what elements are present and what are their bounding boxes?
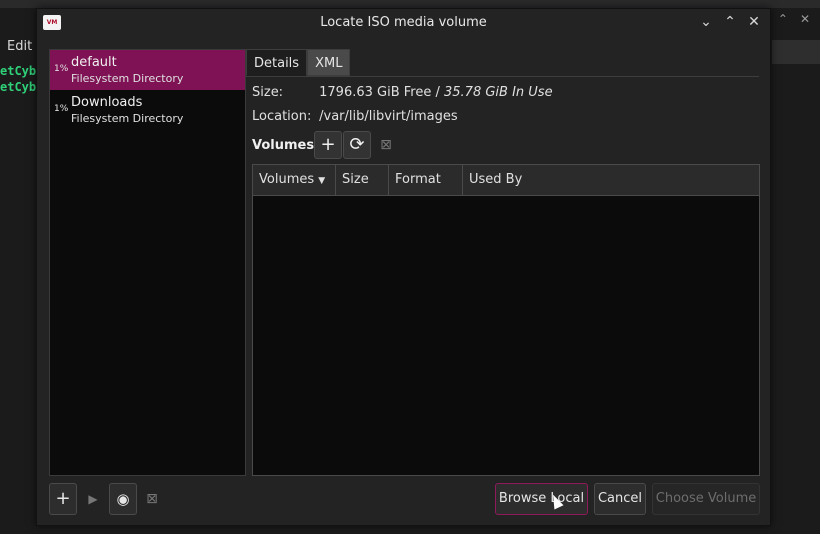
cancel-button[interactable]: Cancel	[594, 483, 646, 515]
pool-name: default	[71, 55, 117, 70]
background-panel	[772, 40, 820, 64]
background-app-titlebar	[0, 0, 820, 8]
dialog-titlebar: VM Locate ISO media volume ⌄ ⌃ ✕	[37, 9, 770, 37]
pool-type: Filesystem Directory	[71, 112, 184, 125]
add-icon: +	[55, 488, 71, 509]
refresh-icon: ⟳	[349, 134, 365, 155]
dialog-title: Locate ISO media volume	[320, 15, 487, 30]
delete-icon: ⊠	[380, 137, 392, 153]
choose-volume-button[interactable]: Choose Volume	[652, 483, 760, 515]
column-header-volumes[interactable]: Volumes ▼	[253, 165, 336, 195]
pool-usage-percent: 1%	[54, 64, 69, 74]
size-label: Size:	[252, 85, 284, 100]
refresh-volumes-button[interactable]: ⟳	[343, 131, 371, 159]
location-label: Location:	[252, 109, 312, 124]
menu-edit[interactable]: Edit	[7, 39, 32, 54]
close-icon[interactable]: ✕	[744, 12, 764, 32]
add-icon: +	[320, 134, 336, 155]
pool-item-downloads[interactable]: 1% Downloads Filesystem Directory	[50, 90, 245, 130]
tab-divider	[246, 76, 759, 77]
size-free-value: 1796.63 GiB Free /	[319, 85, 444, 100]
size-row: Size: 1796.63 GiB Free / 35.78 GiB In Us…	[252, 85, 553, 100]
close-icon[interactable]: ✕	[800, 12, 810, 26]
add-volume-button[interactable]: +	[314, 131, 342, 159]
play-icon: ▶	[88, 492, 98, 506]
column-header-size[interactable]: Size	[336, 165, 389, 195]
delete-icon: ⊠	[146, 491, 158, 507]
stop-pool-button[interactable]: ◉	[109, 483, 137, 515]
volumes-table: Volumes ▼ Size Format Used By	[252, 164, 760, 476]
background-code-line: etCyb	[0, 80, 37, 94]
background-code-line: etCyb	[0, 64, 37, 78]
pool-usage-percent: 1%	[54, 104, 69, 114]
pool-type: Filesystem Directory	[71, 72, 184, 85]
location-value: /var/lib/libvirt/images	[319, 109, 458, 124]
column-header-format[interactable]: Format	[389, 165, 463, 195]
volumes-label: Volumes	[252, 138, 315, 153]
chevron-up-icon[interactable]: ⌃	[778, 12, 788, 26]
storage-pool-list: 1% default Filesystem Directory 1% Downl…	[49, 49, 246, 476]
maximize-icon[interactable]: ⌃	[720, 12, 740, 32]
locate-iso-dialog: VM Locate ISO media volume ⌄ ⌃ ✕ 1% defa…	[36, 8, 771, 526]
window-controls: ⌄ ⌃ ✕	[696, 12, 764, 32]
tab-xml[interactable]: XML	[307, 49, 351, 76]
stop-icon: ◉	[116, 490, 130, 508]
column-header-used-by[interactable]: Used By	[463, 165, 759, 195]
delete-pool-button[interactable]: ⊠	[138, 483, 166, 515]
pool-name: Downloads	[71, 95, 143, 110]
size-in-use-value: 35.78 GiB In Use	[444, 85, 553, 100]
sort-down-icon: ▼	[318, 176, 326, 186]
volumes-table-header: Volumes ▼ Size Format Used By	[253, 165, 759, 196]
browse-local-button[interactable]: Browse Local	[495, 483, 588, 515]
delete-volume-button[interactable]: ⊠	[372, 131, 400, 159]
tab-details[interactable]: Details	[246, 49, 308, 76]
location-row: Location: /var/lib/libvirt/images	[252, 109, 458, 124]
add-pool-button[interactable]: +	[49, 483, 77, 515]
start-pool-button[interactable]: ▶	[79, 483, 107, 515]
detail-tabs: Details XML	[246, 49, 351, 76]
pool-item-default[interactable]: 1% default Filesystem Directory	[50, 50, 245, 90]
minimize-icon[interactable]: ⌄	[696, 12, 716, 32]
